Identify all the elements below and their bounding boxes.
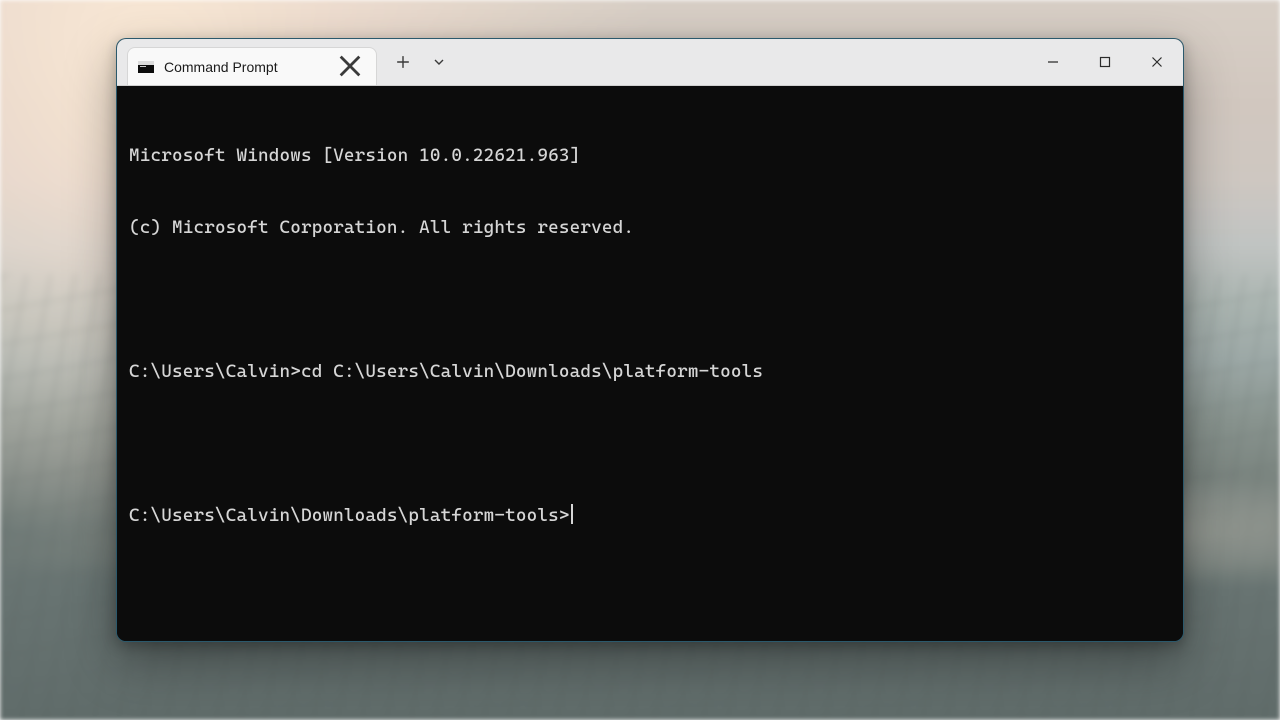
close-window-button[interactable] — [1131, 39, 1183, 85]
window-titlebar[interactable]: Command Prompt — [117, 39, 1183, 86]
window-caption-buttons — [1027, 39, 1183, 85]
command-line-1: C:\Users\Calvin>cd C:\Users\Calvin\Downl… — [129, 360, 1171, 384]
cmd-icon — [138, 61, 154, 73]
banner-line-2: (c) Microsoft Corporation. All rights re… — [129, 216, 1171, 240]
new-tab-button[interactable] — [385, 39, 421, 85]
tab-title: Command Prompt — [164, 59, 336, 75]
text-cursor — [571, 504, 573, 524]
close-tab-icon[interactable] — [336, 52, 364, 82]
tab-strip: Command Prompt — [117, 39, 377, 85]
blank-line — [129, 288, 1171, 312]
banner-line-1: Microsoft Windows [Version 10.0.22621.96… — [129, 144, 1171, 168]
titlebar-drag-region[interactable] — [457, 39, 1027, 85]
blank-line — [129, 432, 1171, 456]
prompt-1: C:\Users\Calvin> — [129, 361, 301, 382]
tab-dropdown-button[interactable] — [421, 39, 457, 85]
minimize-button[interactable] — [1027, 39, 1079, 85]
terminal-window: Command Prompt — [116, 38, 1184, 642]
command-line-2: C:\Users\Calvin\Downloads\platform-tools… — [129, 504, 1171, 528]
typed-command-1: cd C:\Users\Calvin\Downloads\platform-to… — [301, 361, 763, 382]
tab-command-prompt[interactable]: Command Prompt — [127, 47, 377, 85]
tab-actions — [377, 39, 457, 85]
prompt-2: C:\Users\Calvin\Downloads\platform-tools… — [129, 505, 570, 526]
maximize-button[interactable] — [1079, 39, 1131, 85]
terminal-viewport[interactable]: Microsoft Windows [Version 10.0.22621.96… — [117, 86, 1183, 641]
